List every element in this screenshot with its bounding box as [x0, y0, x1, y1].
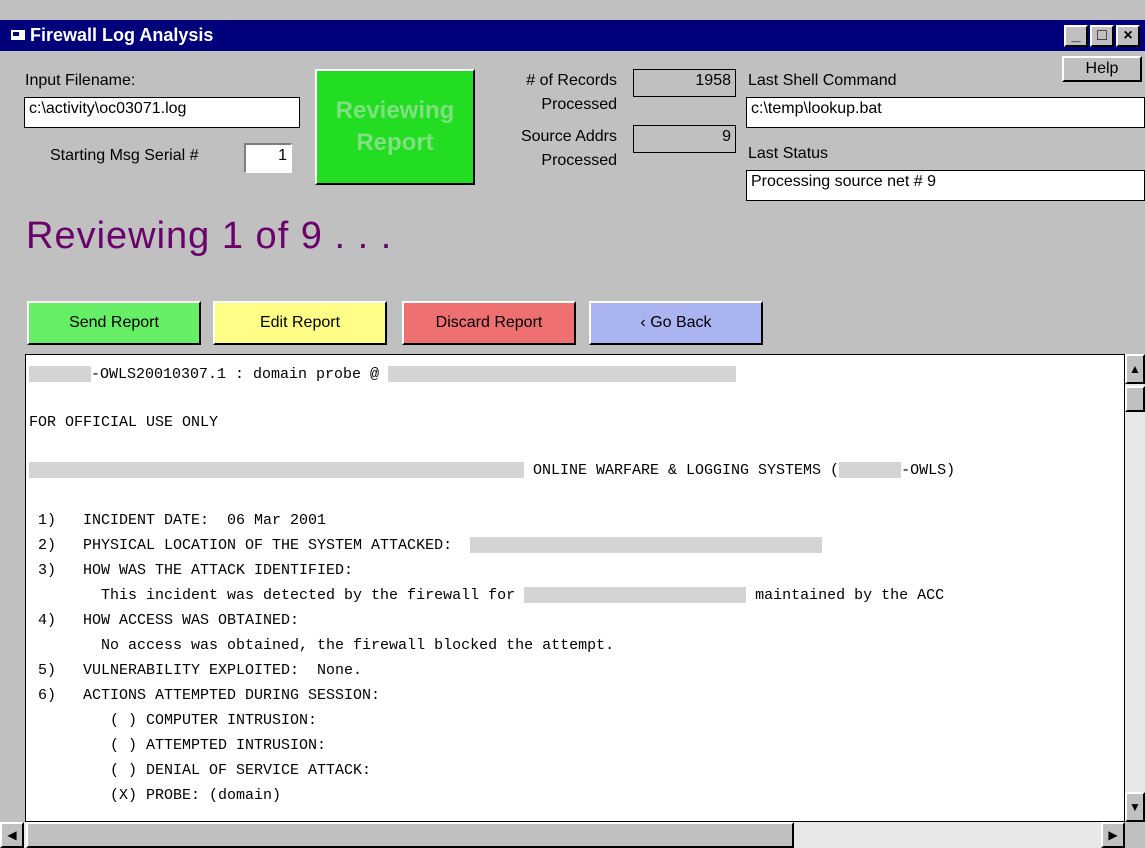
redacted-block	[839, 462, 902, 479]
report-line: (X) PROBE: (domain)	[29, 787, 282, 804]
close-button[interactable]: ×	[1116, 25, 1140, 47]
report-line: 1) INCIDENT DATE: 06 Mar 2001	[29, 512, 327, 529]
app-icon	[11, 30, 25, 40]
scroll-right-arrow-icon[interactable]: ▶	[1101, 822, 1125, 848]
report-line: This incident was detected by the firewa…	[29, 587, 945, 604]
source-label-1: Source Addrs	[520, 128, 617, 145]
report-line: 5) VULNERABILITY EXPLOITED: None.	[29, 662, 363, 679]
window-title: Firewall Log Analysis	[30, 25, 214, 45]
vertical-scroll-thumb[interactable]	[1125, 386, 1145, 412]
redacted-block	[524, 587, 747, 604]
size-grip[interactable]	[1125, 822, 1145, 848]
scroll-down-arrow-icon[interactable]: ▼	[1125, 792, 1145, 822]
serial-field[interactable]: 1	[244, 143, 292, 173]
records-label-1: # of Records	[526, 72, 617, 89]
serial-label: Starting Msg Serial #	[50, 147, 199, 164]
redacted-block	[29, 366, 91, 383]
report-line: ( ) DENIAL OF SERVICE ATTACK:	[29, 762, 372, 779]
redacted-block	[29, 462, 524, 479]
last-status-field[interactable]: Processing source net # 9	[746, 170, 1145, 201]
maximize-button[interactable]: □	[1090, 25, 1114, 47]
send-report-button[interactable]: Send Report	[27, 301, 201, 345]
report-line: No access was obtained, the firewall blo…	[29, 637, 615, 654]
reviewing-heading: Reviewing 1 of 9 . . .	[26, 215, 393, 257]
help-button[interactable]: Help	[1062, 56, 1142, 82]
report-line: 6) ACTIONS ATTEMPTED DURING SESSION:	[29, 687, 381, 704]
last-shell-label: Last Shell Command	[748, 72, 897, 89]
last-status-label: Last Status	[748, 145, 829, 162]
report-line: -OWLS20010307.1 : domain probe @	[29, 365, 737, 385]
go-back-button[interactable]: ‹ Go Back	[589, 301, 763, 345]
records-label-2: Processed	[541, 96, 617, 113]
report-line: ONLINE WARFARE & LOGGING SYSTEMS (-OWLS)	[29, 461, 955, 481]
discard-report-button[interactable]: Discard Report	[402, 301, 576, 345]
report-line: ( ) COMPUTER INTRUSION:	[29, 712, 318, 729]
edit-report-button[interactable]: Edit Report	[213, 301, 387, 345]
minimize-button[interactable]: _	[1064, 25, 1088, 47]
report-line: 4) HOW ACCESS WAS OBTAINED:	[29, 612, 300, 629]
vertical-scrollbar[interactable]: ▲ ▼	[1125, 354, 1145, 822]
report-text-area[interactable]: -OWLS20010307.1 : domain probe @ FOR OFF…	[25, 354, 1125, 822]
status-box[interactable]: Reviewing Report	[315, 69, 475, 185]
redacted-block	[470, 537, 823, 554]
input-filename-field[interactable]: c:\activity\oc03071.log	[24, 97, 300, 128]
redacted-block	[388, 366, 737, 383]
status-box-line1: Reviewing	[335, 97, 455, 124]
report-line: ( ) ATTEMPTED INTRUSION:	[29, 737, 327, 754]
source-label-2: Processed	[541, 152, 617, 169]
report-line: 2) PHYSICAL LOCATION OF THE SYSTEM ATTAC…	[29, 536, 823, 556]
report-line: FOR OFFICIAL USE ONLY	[29, 414, 219, 431]
title-bar: Firewall Log Analysis _ □ ×	[0, 20, 1145, 51]
input-filename-label: Input Filename:	[25, 72, 136, 89]
scroll-up-arrow-icon[interactable]: ▲	[1125, 354, 1145, 384]
scroll-left-arrow-icon[interactable]: ◀	[0, 822, 24, 848]
source-count: 9	[633, 125, 736, 153]
last-shell-field[interactable]: c:\temp\lookup.bat	[746, 97, 1145, 128]
horizontal-scrollbar[interactable]: ◀ ▶	[0, 822, 1125, 848]
status-box-line2: Report	[356, 129, 434, 156]
horizontal-scroll-thumb[interactable]	[26, 822, 794, 848]
report-line: 3) HOW WAS THE ATTACK IDENTIFIED:	[29, 562, 354, 579]
records-count: 1958	[633, 69, 736, 97]
